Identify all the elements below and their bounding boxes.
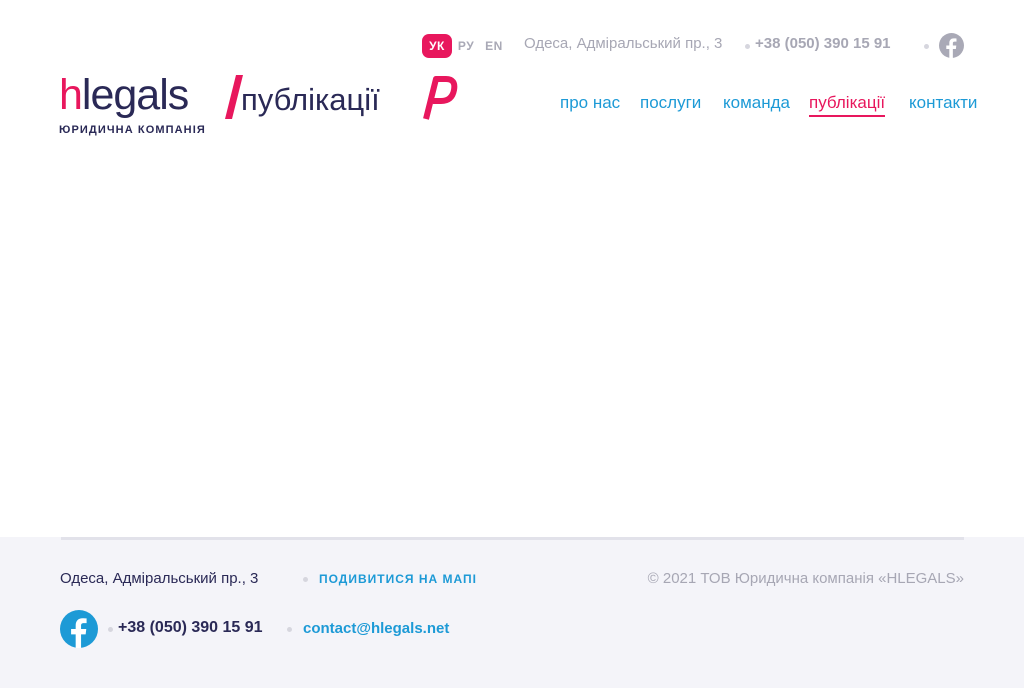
nav-contacts[interactable]: контакти bbox=[909, 93, 977, 113]
site-logo[interactable]: hlegals публікації ЮРИДИЧНА КОМПАНІЯ bbox=[59, 70, 469, 140]
separator-dot bbox=[287, 627, 292, 632]
nav-publications[interactable]: публікації bbox=[809, 93, 886, 117]
brand-letter-h: h bbox=[59, 71, 83, 119]
header-address: Одеса, Адміральський пр., 3 bbox=[524, 35, 723, 52]
facebook-icon[interactable] bbox=[60, 610, 98, 648]
language-uk[interactable]: УК bbox=[422, 34, 452, 58]
separator-dot bbox=[303, 577, 308, 582]
separator-dot bbox=[745, 44, 750, 49]
header-phone[interactable]: +38 (050) 390 15 91 bbox=[755, 35, 891, 52]
facebook-icon[interactable] bbox=[939, 33, 964, 58]
section-title: публікації bbox=[241, 82, 380, 117]
view-on-map-link[interactable]: ПОДИВИТИСЯ НА МАПІ bbox=[319, 572, 477, 586]
brand-name-rest: legals bbox=[81, 71, 189, 119]
language-ru[interactable]: РУ bbox=[456, 34, 476, 58]
logo-subtitle: ЮРИДИЧНА КОМПАНІЯ bbox=[59, 124, 206, 136]
separator-dot bbox=[924, 44, 929, 49]
footer-address: Одеса, Адміральський пр., 3 bbox=[60, 570, 259, 587]
footer-divider bbox=[61, 537, 964, 540]
language-en[interactable]: EN bbox=[484, 34, 504, 58]
nav-services[interactable]: послуги bbox=[640, 93, 701, 113]
brand-name: hlegals bbox=[59, 70, 189, 120]
footer-phone[interactable]: +38 (050) 390 15 91 bbox=[118, 619, 263, 637]
nav-about[interactable]: про нас bbox=[560, 93, 620, 113]
nav-team[interactable]: команда bbox=[723, 93, 790, 113]
top-bar: УК РУ EN Одеса, Адміральський пр., 3 +38… bbox=[0, 31, 1024, 61]
footer-email-link[interactable]: contact@hlegals.net bbox=[303, 620, 449, 637]
publications-p-icon bbox=[423, 76, 458, 120]
separator-dot bbox=[108, 627, 113, 632]
footer: Одеса, Адміральський пр., 3 ПОДИВИТИСЯ Н… bbox=[0, 537, 1024, 688]
copyright: © 2021 ТОВ Юридична компанія «HLEGALS» bbox=[647, 570, 964, 587]
